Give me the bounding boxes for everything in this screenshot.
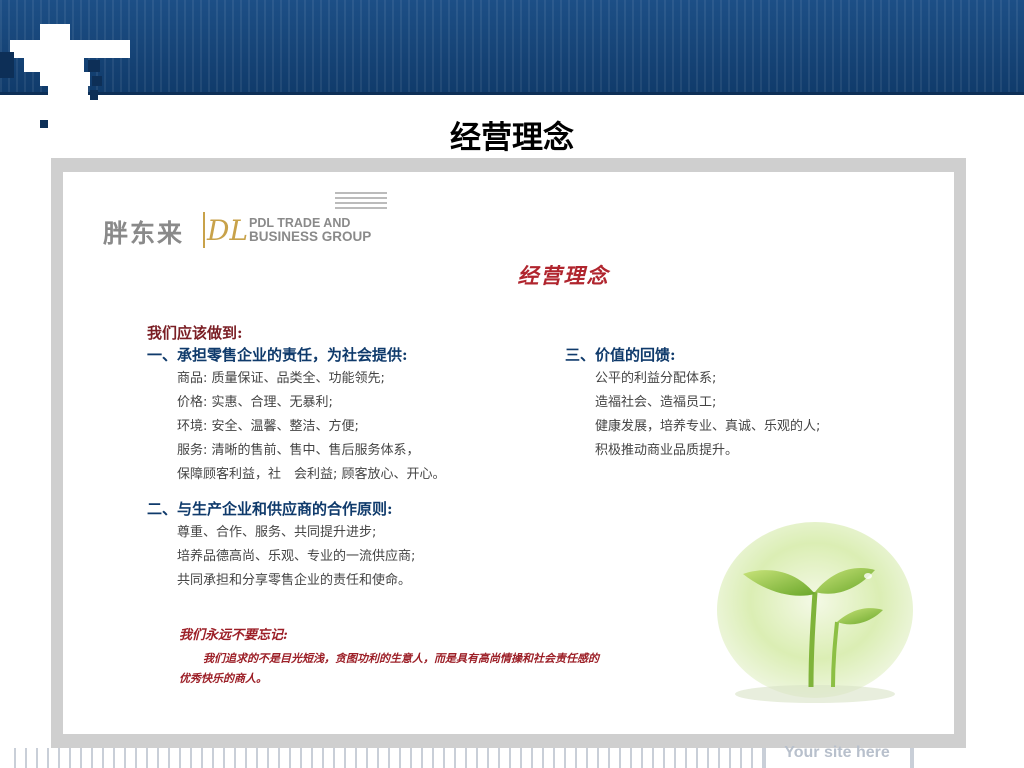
footer-divider-right: [910, 748, 914, 768]
section-value-return: 三、价值的回馈: 公平的利益分配体系; 造福社会、造福员工; 健康发展，培养专业…: [565, 344, 820, 463]
section-heading: 三、价值的回馈:: [565, 346, 676, 364]
list-item: 造福社会、造福员工;: [595, 395, 717, 410]
footer-site-text: Your site here: [784, 744, 890, 761]
section-heading: 一、承担零售企业的责任，为社会提供:: [147, 346, 408, 364]
list-item: 商品: 质量保证、品类全、功能领先;: [177, 371, 385, 386]
slide-title: 经营理念: [450, 120, 574, 156]
list-item: 尊重、合作、服务、共同提升进步;: [177, 525, 377, 540]
logo-chinese-name: 胖东来: [103, 219, 185, 248]
list-item: 共同承担和分享零售企业的责任和使命。: [177, 573, 412, 588]
logo-english-line2: BUSINESS GROUP: [249, 229, 372, 244]
content-title: 经营理念: [517, 264, 610, 288]
reminder-block: 我们永远不要忘记: 我们追求的不是目光短浅，贪图功利的生意人，而是具有高尚情操和…: [179, 624, 599, 689]
footer-divider-left: [762, 748, 766, 768]
section-cooperation: 二、与生产企业和供应商的合作原则: 尊重、合作、服务、共同提升进步; 培养品德高…: [147, 498, 415, 593]
list-item: 培养品德高尚、乐观、专业的一流供应商;: [177, 549, 416, 564]
intro-text: 我们应该做到:: [147, 324, 243, 342]
list-item: 健康发展，培养专业、真诚、乐观的人;: [595, 419, 821, 434]
content-frame: 胖东来 DL PDL TRADE AND BUSINESS GROUP 经营理念…: [51, 158, 966, 748]
seedling-bubble-image: [717, 522, 913, 703]
content-panel: 胖东来 DL PDL TRADE AND BUSINESS GROUP 经营理念…: [63, 172, 954, 734]
reminder-body: 我们追求的不是目光短浅，贪图功利的生意人，而是具有高尚情操和社会责任感的优秀快乐…: [179, 652, 599, 685]
list-item: 服务: 清晰的售前、售中、售后服务体系，: [177, 443, 420, 458]
section-responsibility: 一、承担零售企业的责任，为社会提供: 商品: 质量保证、品类全、功能领先; 价格…: [147, 344, 446, 487]
logo-fine-print: [335, 192, 387, 212]
list-item: 环境: 安全、温馨、整洁、方便;: [177, 419, 359, 434]
list-item: 保障顾客利益，社 会利益; 顾客放心、开心。: [177, 467, 446, 482]
logo-mark: DL: [207, 214, 249, 247]
list-item: 价格: 实惠、合理、无暴利;: [177, 395, 333, 410]
footer-tick-bar: [14, 748, 759, 768]
logo-english-name: PDL TRADE AND BUSINESS GROUP: [249, 216, 371, 244]
logo-english-line1: PDL TRADE AND: [249, 216, 351, 230]
list-item: 积极推动商业品质提升。: [595, 443, 739, 458]
logo-divider: [203, 212, 205, 248]
section-heading: 二、与生产企业和供应商的合作原则:: [147, 500, 393, 518]
list-item: 公平的利益分配体系;: [595, 371, 717, 386]
reminder-title: 我们永远不要忘记:: [179, 628, 288, 643]
